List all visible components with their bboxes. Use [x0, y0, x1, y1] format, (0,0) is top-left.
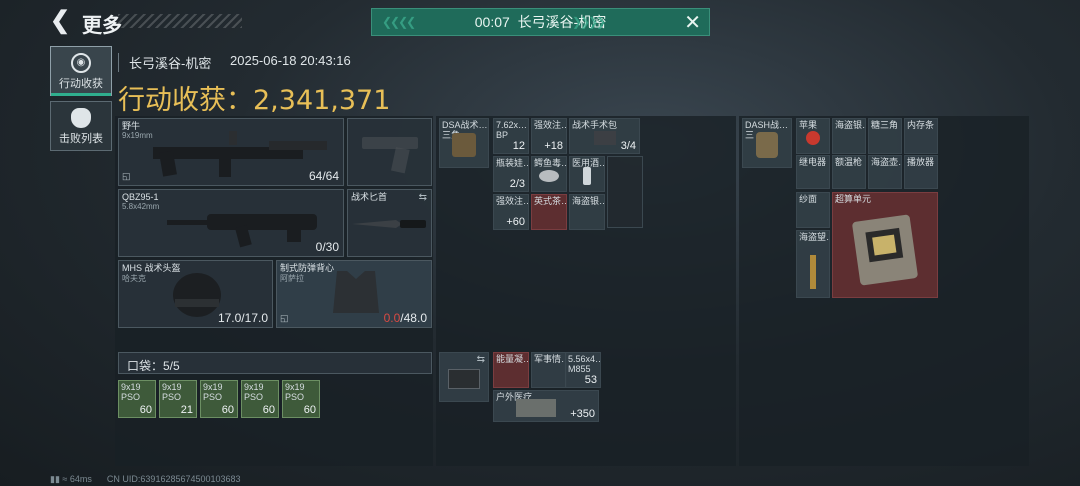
lock-icon: ◱: [280, 313, 289, 323]
pistol-slot[interactable]: [347, 118, 432, 186]
tab-loot-label: 行动收获: [59, 78, 103, 90]
rig-item[interactable]: 英式茶…: [531, 194, 567, 230]
helmet-icon: [173, 273, 221, 317]
rifle-icon: [153, 131, 327, 177]
harvest-value: 2,341,371: [253, 85, 391, 116]
harvest-label: 行动收获：: [118, 85, 253, 116]
page-title: 更多: [82, 13, 122, 37]
pocket-item[interactable]: 9x19 PSO 60: [282, 380, 320, 418]
tab-kills[interactable]: 击败列表: [50, 101, 112, 151]
armor-vest-icon: [333, 271, 379, 313]
primary-weapon-name: 野牛: [122, 121, 141, 131]
rig-item[interactable]: 医用酒…: [569, 156, 605, 192]
pocket-item[interactable]: 9x19 PSO 60: [241, 380, 279, 418]
spyglass-icon: [810, 254, 816, 289]
knife-icon: [352, 220, 426, 228]
primary-weapon-ammo: 64/64: [308, 169, 339, 183]
swap-icon: ⇆: [418, 192, 427, 203]
chevron-left-decoration: ❮❮❮❮: [382, 15, 416, 29]
backpack-item[interactable]: 苹果: [796, 118, 830, 154]
lock-icon: ◱: [122, 171, 131, 181]
swap-icon: ⇆: [476, 354, 485, 365]
armor-name: 制式防弹背心: [280, 263, 335, 273]
title-decoration: [118, 14, 242, 28]
secondary-weapon-name: QBZ95-1: [122, 192, 159, 202]
pocket-label: 口袋：5/5: [127, 359, 180, 373]
armor-brand: 阿萨拉: [280, 274, 304, 283]
pocket-header: 口袋：5/5: [118, 352, 432, 374]
computing-unit-icon: [852, 214, 918, 286]
rig-empty-slot: [607, 156, 643, 228]
secondary-weapon-ammo: 0/30: [315, 240, 339, 254]
close-icon[interactable]: ✕: [684, 10, 701, 35]
backpack-item[interactable]: 海盗望…: [796, 230, 830, 298]
pocket-item[interactable]: 9x19 PSO 60: [200, 380, 238, 418]
armor-durability: 0.0/48.0: [383, 311, 427, 325]
backpack-item[interactable]: 播放器: [904, 155, 938, 189]
rig-item[interactable]: 7.62x… BP 12: [493, 118, 529, 154]
secondary-weapon-caliber: 5.8x42mm: [122, 202, 160, 211]
secondary-weapon-slot[interactable]: QBZ95-1 5.8x42mm 0/30: [118, 189, 344, 257]
tab-kills-label: 击败列表: [59, 133, 103, 145]
medical-bag-icon: [515, 398, 556, 417]
rifle-icon: [167, 214, 317, 248]
case-icon: [448, 369, 480, 390]
backpack-icon: [756, 132, 778, 159]
back-arrow-icon[interactable]: ❮: [50, 9, 72, 33]
pocket-item[interactable]: 9x19 PSO 21: [159, 380, 197, 418]
rig-item[interactable]: 海盗银…: [569, 194, 605, 230]
medkit-icon: [593, 130, 616, 145]
rig-item[interactable]: 强效注… +60: [493, 194, 529, 230]
pistol-icon: [362, 137, 418, 174]
container-slot[interactable]: ⇆: [439, 352, 489, 402]
knife-name: 战术匕首: [351, 192, 388, 202]
battery-icon: ▮▮: [50, 474, 60, 484]
skull-icon: [71, 108, 91, 128]
chest-rig-icon: [452, 133, 476, 158]
pack-item[interactable]: 能量凝…: [493, 352, 529, 388]
pack-item[interactable]: 5.56x4… M855 53: [565, 352, 601, 388]
helmet-slot[interactable]: MHS 战术头盔 哈夫克 17.0/17.0: [118, 260, 273, 328]
rig-item[interactable]: 战术手术包 3/4: [569, 118, 640, 154]
backpack-item[interactable]: 纱面: [796, 192, 830, 228]
rig-item[interactable]: 鳄鱼毒…: [531, 156, 567, 192]
backpack-item[interactable]: 内存条: [904, 118, 938, 154]
pack-item[interactable]: 户外医疗… +350: [493, 390, 599, 422]
helmet-brand: 哈夫克: [122, 274, 146, 283]
map-name: 长弓溪谷-机密: [118, 53, 211, 72]
knife-slot[interactable]: 战术匕首 ⇆: [347, 189, 432, 257]
pocket-item[interactable]: 9x19 PSO 60: [118, 380, 156, 418]
backpack-item[interactable]: 海盗银…: [832, 118, 866, 154]
helmet-durability: 17.0/17.0: [217, 311, 268, 325]
backpack-slot[interactable]: DASH战… 三: [742, 118, 792, 168]
harvest-total: 行动收获：2,341,371: [118, 78, 390, 117]
backpack-item[interactable]: 海盗壶…: [868, 155, 902, 189]
tab-loot[interactable]: ◉ 行动收获: [50, 46, 112, 96]
crocodile-item-icon: [539, 169, 559, 182]
match-status-bar: ❮❮❮❮ 00:07 长弓溪谷-机密 ❯❯❯❯ ✕: [371, 8, 710, 36]
backpack-item[interactable]: 糖三角: [868, 118, 902, 154]
backpack-item[interactable]: 超算单元: [832, 192, 938, 298]
pack-item[interactable]: 军事情…: [531, 352, 567, 388]
chevron-right-decoration: ❯❯❯❯: [572, 15, 606, 29]
ping-value: 64ms: [69, 474, 92, 484]
primary-weapon-slot[interactable]: 野牛 9x19mm 64/64 ◱: [118, 118, 344, 186]
rig-item[interactable]: 瓶装娃… 2/3: [493, 156, 529, 192]
backpack-item[interactable]: 继电器: [796, 155, 830, 189]
rig-item[interactable]: 强效注… +18: [531, 118, 567, 154]
armor-slot[interactable]: 制式防弹背心 阿萨拉 0.0/48.0 ◱: [276, 260, 432, 328]
loot-icon: ◉: [71, 53, 91, 73]
wifi-icon: ≈: [62, 474, 68, 484]
alcohol-bottle-icon: [583, 166, 591, 185]
raid-datetime: 2025-06-18 20:43:16: [230, 53, 351, 68]
chest-rig-slot[interactable]: DSA战术… 三角: [439, 118, 489, 168]
backpack-item[interactable]: 额温枪: [832, 155, 866, 189]
uid-text: CN UID:6391628567450010368​3: [106, 474, 241, 484]
apple-icon: [806, 130, 820, 145]
status-footer: ▮▮ ≈ 64ms CN UID:6391628567450010368​3: [50, 474, 241, 485]
